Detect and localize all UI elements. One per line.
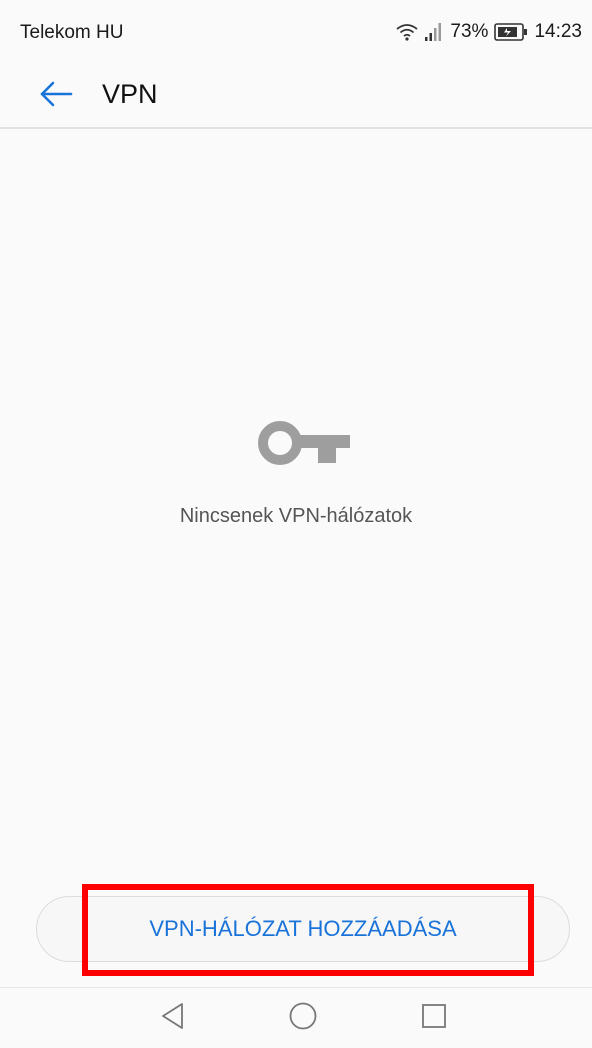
add-vpn-button[interactable]: VPN-HÁLÓZAT HOZZÁADÁSA bbox=[36, 896, 570, 962]
signal-icon bbox=[424, 23, 444, 41]
battery-charging-icon bbox=[494, 23, 528, 41]
clock: 14:23 bbox=[534, 21, 582, 42]
empty-state-message: Nincsenek VPN-hálózatok bbox=[179, 505, 413, 527]
status-bar: Telekom HU 73% 14:23 bbox=[0, 0, 592, 64]
arrow-left-icon bbox=[39, 81, 73, 112]
back-button[interactable] bbox=[36, 76, 76, 116]
nav-recents-button[interactable] bbox=[394, 988, 474, 1048]
back-triangle-icon bbox=[160, 1002, 186, 1035]
carrier-name: Telekom HU bbox=[20, 22, 124, 43]
key-icon bbox=[256, 418, 352, 468]
page-title: VPN bbox=[102, 79, 158, 109]
recents-square-icon bbox=[421, 1003, 447, 1034]
home-circle-icon bbox=[288, 1001, 318, 1036]
add-vpn-label: VPN-HÁLÓZAT HOZZÁADÁSA bbox=[149, 916, 457, 941]
navigation-bar bbox=[0, 987, 592, 1048]
nav-back-button[interactable] bbox=[133, 988, 213, 1048]
app-bar: VPN bbox=[0, 64, 592, 129]
wifi-icon bbox=[396, 23, 418, 41]
nav-home-button[interactable] bbox=[263, 988, 343, 1048]
status-icons: 73% 14:23 bbox=[396, 18, 582, 46]
battery-percent: 73% bbox=[450, 21, 489, 42]
